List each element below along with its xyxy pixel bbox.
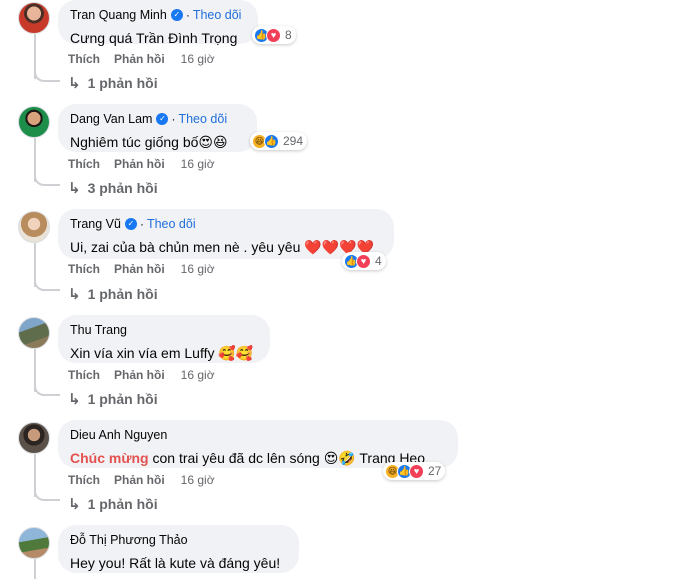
avatar[interactable] bbox=[18, 211, 50, 243]
reaction-summary[interactable]: 👍 ♥ 8 bbox=[252, 26, 296, 44]
follow-link[interactable]: Theo dõi bbox=[193, 8, 242, 22]
comment-bubble: Đỗ Thị Phương Thảo Hey you! Rất là kute … bbox=[58, 525, 299, 573]
comment-text: Xin vía xin vía em Luffy 🥰🥰 bbox=[70, 345, 254, 361]
comment-text: Ui, zai của bà chủn men nè . yêu yêu ❤️❤… bbox=[70, 239, 374, 255]
comment-actions: Thích Phản hồi 16 giờ bbox=[68, 368, 215, 382]
comment-3: Trang Vũ ✓ · Theo dõi Ui, zai của bà chủ… bbox=[0, 209, 699, 309]
love-reaction-icon: ♥ bbox=[266, 27, 281, 43]
author-name[interactable]: Dang Van Lam bbox=[70, 112, 152, 126]
comment-1: Tran Quang Minh ✓ · Theo dõi Cưng quá Tr… bbox=[0, 0, 699, 100]
like-button[interactable]: Thích bbox=[68, 368, 100, 382]
timestamp[interactable]: 16 giờ bbox=[181, 157, 215, 171]
timestamp[interactable]: 16 giờ bbox=[181, 473, 215, 487]
timestamp[interactable]: 16 giờ bbox=[181, 52, 215, 66]
comment-text: Cưng quá Trần Đình Trọng bbox=[70, 30, 238, 46]
follow-link[interactable]: Theo dõi bbox=[147, 217, 196, 231]
comment-bubble: Dang Van Lam ✓ · Theo dõi Nghiêm túc giố… bbox=[58, 104, 257, 152]
author-name[interactable]: Dieu Anh Nguyen bbox=[70, 428, 167, 442]
highlighted-text: Chúc mừng bbox=[70, 450, 149, 466]
reaction-count: 294 bbox=[283, 134, 304, 148]
timestamp[interactable]: 16 giờ bbox=[181, 262, 215, 276]
like-button[interactable]: Thích bbox=[68, 262, 100, 276]
reaction-summary[interactable]: 😆 👍 294 bbox=[250, 132, 308, 150]
comment-bubble: Dieu Anh Nguyen Chúc mừng con trai yêu đ… bbox=[58, 420, 458, 468]
comment-text: Hey you! Rất là kute và đáng yêu! bbox=[70, 555, 281, 571]
reaction-count: 8 bbox=[285, 28, 292, 42]
love-reaction-icon: ♥ bbox=[356, 253, 371, 269]
reaction-count: 4 bbox=[375, 254, 382, 268]
view-replies-link[interactable]: ↳ 3 phản hồi bbox=[68, 179, 158, 197]
author-name[interactable]: Trang Vũ bbox=[70, 217, 121, 231]
reply-arrow-icon: ↳ bbox=[68, 496, 81, 513]
reply-arrow-icon: ↳ bbox=[68, 180, 81, 197]
comment-4: Thu Trang Xin vía xin vía em Luffy 🥰🥰 Th… bbox=[0, 315, 699, 415]
comment-bubble: Trang Vũ ✓ · Theo dõi Ui, zai của bà chủ… bbox=[58, 209, 394, 259]
reply-button[interactable]: Phản hồi bbox=[114, 52, 165, 66]
like-button[interactable]: Thích bbox=[68, 473, 100, 487]
comment-6: Đỗ Thị Phương Thảo Hey you! Rất là kute … bbox=[0, 525, 699, 579]
comment-bubble: Thu Trang Xin vía xin vía em Luffy 🥰🥰 bbox=[58, 315, 270, 363]
verified-badge-icon: ✓ bbox=[170, 9, 183, 21]
reaction-count: 27 bbox=[428, 464, 442, 478]
follow-link[interactable]: Theo dõi bbox=[178, 112, 227, 126]
view-replies-link[interactable]: ↳ 1 phản hồi bbox=[68, 495, 158, 513]
reply-button[interactable]: Phản hồi bbox=[114, 157, 165, 171]
reply-button[interactable]: Phản hồi bbox=[114, 262, 165, 276]
author-name[interactable]: Đỗ Thị Phương Thảo bbox=[70, 533, 188, 547]
avatar[interactable] bbox=[18, 317, 50, 349]
reply-arrow-icon: ↳ bbox=[68, 75, 81, 92]
reaction-summary[interactable]: 😆 👍 ♥ 27 bbox=[383, 462, 446, 480]
comment-actions: Thích Phản hồi 16 giờ bbox=[68, 473, 215, 487]
reply-button[interactable]: Phản hồi bbox=[114, 368, 165, 382]
comment-actions: Thích Phản hồi 16 giờ bbox=[68, 262, 215, 276]
author-name[interactable]: Tran Quang Minh bbox=[70, 8, 167, 22]
like-reaction-icon: 👍 bbox=[264, 133, 279, 149]
avatar[interactable] bbox=[18, 2, 50, 34]
comment-5: Dieu Anh Nguyen Chúc mừng con trai yêu đ… bbox=[0, 420, 699, 520]
view-replies-link[interactable]: ↳ 1 phản hồi bbox=[68, 390, 158, 408]
avatar[interactable] bbox=[18, 106, 50, 138]
comment-feed: Tran Quang Minh ✓ · Theo dõi Cưng quá Tr… bbox=[0, 0, 699, 579]
reaction-summary[interactable]: 👍 ♥ 4 bbox=[342, 252, 386, 270]
like-button[interactable]: Thích bbox=[68, 157, 100, 171]
avatar[interactable] bbox=[18, 422, 50, 454]
timestamp[interactable]: 16 giờ bbox=[181, 368, 215, 382]
avatar[interactable] bbox=[18, 527, 50, 559]
comment-bubble: Tran Quang Minh ✓ · Theo dõi Cưng quá Tr… bbox=[58, 0, 258, 46]
reply-button[interactable]: Phản hồi bbox=[114, 473, 165, 487]
verified-badge-icon: ✓ bbox=[124, 218, 137, 230]
view-replies-link[interactable]: ↳ 1 phản hồi bbox=[68, 285, 158, 303]
comment-actions: Thích Phản hồi 16 giờ bbox=[68, 157, 215, 171]
comment-actions: Thích Phản hồi 16 giờ bbox=[68, 52, 215, 66]
reply-arrow-icon: ↳ bbox=[68, 286, 81, 303]
like-button[interactable]: Thích bbox=[68, 52, 100, 66]
reply-arrow-icon: ↳ bbox=[68, 391, 81, 408]
tagged-user[interactable]: Trần Đình Trọng bbox=[136, 30, 237, 46]
love-reaction-icon: ♥ bbox=[409, 463, 424, 479]
comment-2: Dang Van Lam ✓ · Theo dõi Nghiêm túc giố… bbox=[0, 104, 699, 204]
author-name[interactable]: Thu Trang bbox=[70, 323, 127, 337]
comment-text: Nghiêm túc giống bố😍😆 bbox=[70, 134, 228, 150]
view-replies-link[interactable]: ↳ 1 phản hồi bbox=[68, 74, 158, 92]
verified-badge-icon: ✓ bbox=[156, 113, 169, 125]
